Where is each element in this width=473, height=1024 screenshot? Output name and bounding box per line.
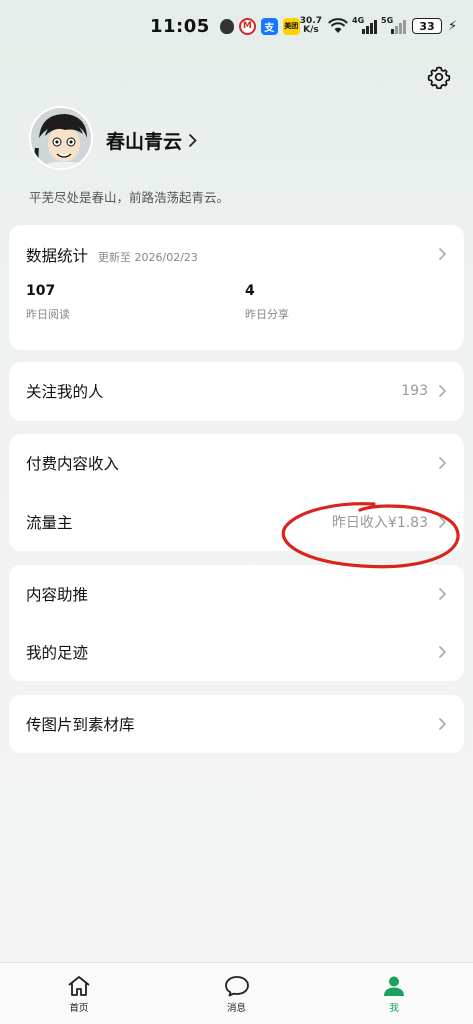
footprint-label: 我的足迹	[26, 644, 89, 662]
stat-reads-label: 昨日阅读	[26, 308, 70, 321]
status-bar: 11:05 M 支 美团 30.7 K/s 4G 5G 33 ⚡	[0, 0, 473, 52]
home-icon	[68, 976, 90, 996]
tools-card: 内容助推 我的足迹	[9, 565, 464, 681]
gear-icon	[427, 66, 451, 89]
nav-home[interactable]: 首页	[0, 963, 158, 1024]
footprint-row[interactable]: 我的足迹	[9, 623, 464, 681]
chevron-right-icon	[438, 384, 447, 398]
meituan-app-icon: 美团	[282, 17, 300, 35]
status-time: 11:05	[150, 15, 210, 37]
stats-card[interactable]: 数据统计 更新至 2026/02/23 107 昨日阅读 4 昨日分享	[9, 225, 464, 350]
metro-app-icon: M	[238, 17, 256, 35]
followers-card: 关注我的人 193	[9, 362, 464, 421]
network-speed: 30.7 K/s	[300, 17, 322, 35]
profile-name: 春山青云	[106, 131, 183, 153]
charging-icon: ⚡	[448, 18, 458, 34]
stat-shares-value: 4	[245, 283, 255, 299]
signal-5g-icon: 5G	[381, 16, 407, 34]
person-icon	[384, 976, 405, 996]
alipay-app-icon: 支	[260, 17, 278, 35]
status-indicators: 30.7 K/s 4G 5G 33 ⚡	[300, 16, 458, 35]
stat-reads: 107 昨日阅读	[26, 283, 70, 322]
nav-messages[interactable]: 消息	[158, 963, 316, 1024]
wifi-icon	[328, 18, 348, 33]
signal-4g-label: 4G	[352, 16, 365, 25]
profile-bio: 平芜尽处是春山，前路浩荡起青云。	[29, 190, 230, 205]
chevron-right-icon	[438, 717, 447, 731]
traffic-owner-income: 昨日收入¥1.83	[331, 515, 428, 531]
nav-me[interactable]: 我	[315, 963, 473, 1024]
avatar-image	[31, 108, 91, 168]
stat-reads-value: 107	[26, 283, 56, 299]
signal-5g-label: 5G	[381, 16, 394, 25]
shield-icon	[219, 18, 234, 34]
paid-income-row[interactable]: 付费内容收入	[9, 434, 464, 492]
followers-row[interactable]: 关注我的人 193	[9, 362, 464, 420]
stats-updated: 更新至 2026/02/23	[98, 251, 198, 264]
chevron-right-icon	[438, 456, 447, 470]
paid-income-label: 付费内容收入	[26, 455, 120, 473]
bottom-nav: 首页 消息 我	[0, 962, 473, 1024]
followers-count: 193	[401, 383, 428, 399]
profile-name-link[interactable]: 春山青云	[106, 127, 197, 154]
nav-messages-label: 消息	[227, 1003, 247, 1014]
upload-material-label: 传图片到素材库	[26, 716, 135, 734]
traffic-owner-row[interactable]: 流量主 昨日收入¥1.83	[9, 493, 464, 551]
stat-shares: 4 昨日分享	[245, 283, 289, 322]
chevron-right-icon	[438, 587, 447, 601]
income-card: 付费内容收入 流量主 昨日收入¥1.83	[9, 434, 464, 551]
content-promote-label: 内容助推	[26, 586, 89, 604]
signal-4g-icon: 4G	[352, 16, 378, 34]
network-speed-unit: K/s	[303, 25, 319, 35]
nav-home-label: 首页	[69, 1003, 89, 1014]
stats-header: 数据统计 更新至 2026/02/23	[26, 244, 198, 266]
upload-material-row[interactable]: 传图片到素材库	[9, 695, 464, 753]
chevron-right-icon	[438, 645, 447, 659]
message-icon	[224, 976, 249, 997]
stats-title: 数据统计	[26, 247, 89, 265]
nav-me-label: 我	[389, 1003, 399, 1014]
avatar[interactable]	[29, 106, 93, 170]
stat-shares-label: 昨日分享	[245, 308, 289, 321]
traffic-owner-label: 流量主	[26, 514, 73, 532]
chevron-right-icon	[438, 247, 447, 261]
followers-label: 关注我的人	[26, 383, 104, 401]
chevron-right-icon	[188, 133, 197, 148]
upload-card: 传图片到素材库	[9, 695, 464, 753]
content-promote-row[interactable]: 内容助推	[9, 565, 464, 623]
settings-button[interactable]	[424, 62, 454, 92]
chevron-right-icon	[438, 515, 447, 529]
battery-icon: 33	[412, 18, 443, 34]
status-app-icons: M 支 美团	[219, 17, 300, 35]
